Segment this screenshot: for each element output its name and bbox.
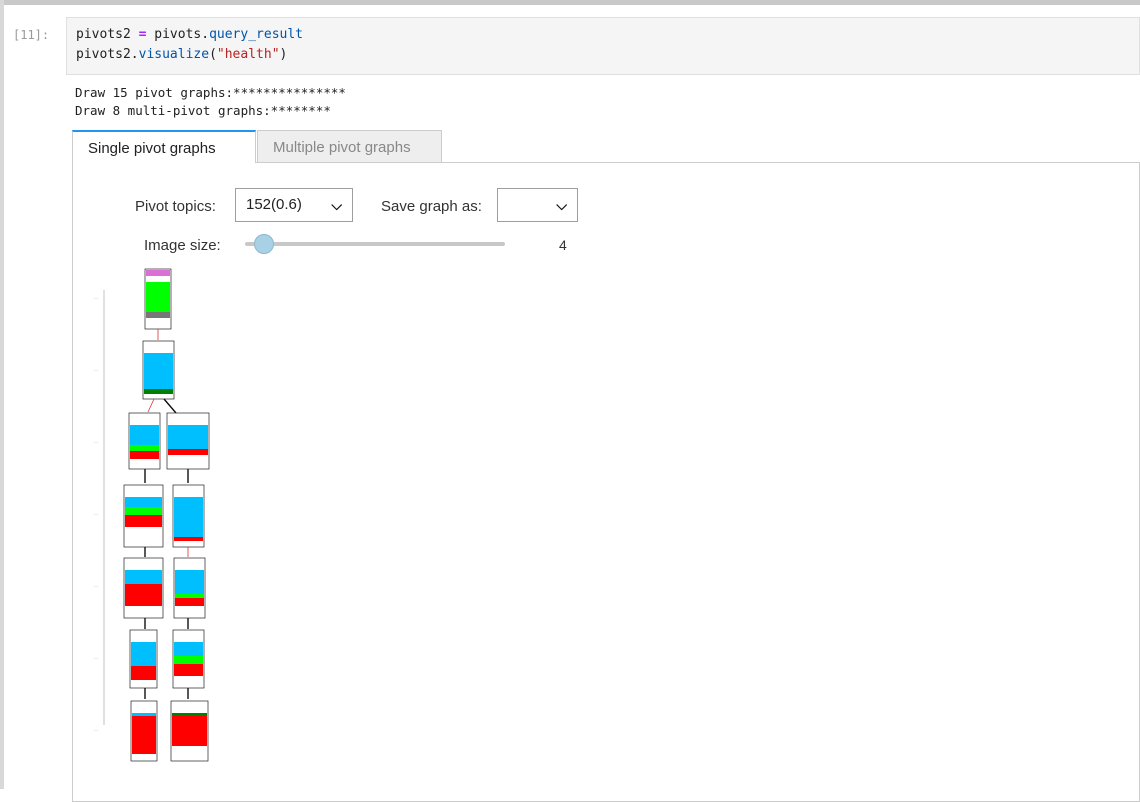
code-object-2: pivots2. bbox=[76, 47, 139, 62]
chevron-down-icon: ⌵ bbox=[331, 197, 342, 213]
image-size-slider-handle[interactable] bbox=[254, 234, 274, 254]
tab-multiple-pivot-graphs[interactable]: Multiple pivot graphs bbox=[257, 130, 442, 163]
output-line-1: Draw 15 pivot graphs:*************** bbox=[75, 85, 346, 100]
svg-text:----: ---- bbox=[94, 512, 98, 516]
code-editor[interactable]: pivots2 = pivots.query_result pivots2.vi… bbox=[66, 17, 1140, 75]
save-graph-select[interactable]: ⌵ bbox=[497, 188, 578, 222]
code-var: pivots2 bbox=[76, 27, 131, 42]
graph-node bbox=[123, 557, 164, 619]
graph-node bbox=[172, 629, 205, 689]
code-object: pivots. bbox=[154, 27, 210, 42]
svg-text:----: ---- bbox=[94, 656, 98, 660]
pivot-topics-value: 152(0.6) bbox=[246, 196, 302, 213]
code-paren-close: ) bbox=[279, 47, 288, 62]
save-graph-label: Save graph as: bbox=[381, 198, 482, 215]
chevron-down-icon: ⌵ bbox=[556, 197, 567, 213]
pivot-topics-select[interactable]: 152(0.6) ⌵ bbox=[235, 188, 353, 222]
pivot-topics-label: Pivot topics: bbox=[135, 198, 216, 215]
graph-node bbox=[123, 484, 164, 548]
image-size-value: 4 bbox=[559, 237, 567, 253]
output-line-2: Draw 8 multi-pivot graphs:******** bbox=[75, 103, 331, 118]
graph-node bbox=[130, 700, 158, 762]
graph-node bbox=[128, 412, 161, 470]
window-top-border bbox=[0, 0, 1140, 5]
graph-node bbox=[166, 412, 210, 470]
graph-node bbox=[170, 700, 209, 762]
svg-text:----: ---- bbox=[94, 368, 98, 372]
svg-text:----: ---- bbox=[94, 440, 98, 444]
code-function: visualize bbox=[138, 47, 210, 62]
code-string: "health" bbox=[216, 47, 280, 62]
svg-text:----: ---- bbox=[94, 728, 98, 732]
svg-text:----: ---- bbox=[94, 584, 98, 588]
code-attribute: query_result bbox=[209, 27, 303, 42]
cell-prompt: [11]: bbox=[13, 28, 50, 42]
image-size-label: Image size: bbox=[144, 237, 221, 254]
tab-single-pivot-graphs[interactable]: Single pivot graphs bbox=[72, 130, 256, 163]
graph-node bbox=[144, 268, 172, 330]
window-left-border bbox=[0, 0, 4, 789]
cell-output: Draw 15 pivot graphs:*************** Dra… bbox=[75, 84, 346, 120]
graph-node bbox=[173, 557, 206, 619]
graph-node bbox=[142, 340, 175, 400]
image-size-slider-track[interactable] bbox=[245, 242, 505, 246]
code-operator: = bbox=[138, 27, 147, 42]
svg-text:----: ---- bbox=[94, 296, 98, 300]
tab-panel bbox=[72, 162, 1140, 802]
code-paren-open: ( bbox=[209, 47, 217, 62]
pivot-graph-image: ---- ---- ---- ---- ---- ---- ---- bbox=[94, 268, 210, 762]
graph-node bbox=[172, 484, 205, 548]
graph-node bbox=[129, 629, 158, 689]
